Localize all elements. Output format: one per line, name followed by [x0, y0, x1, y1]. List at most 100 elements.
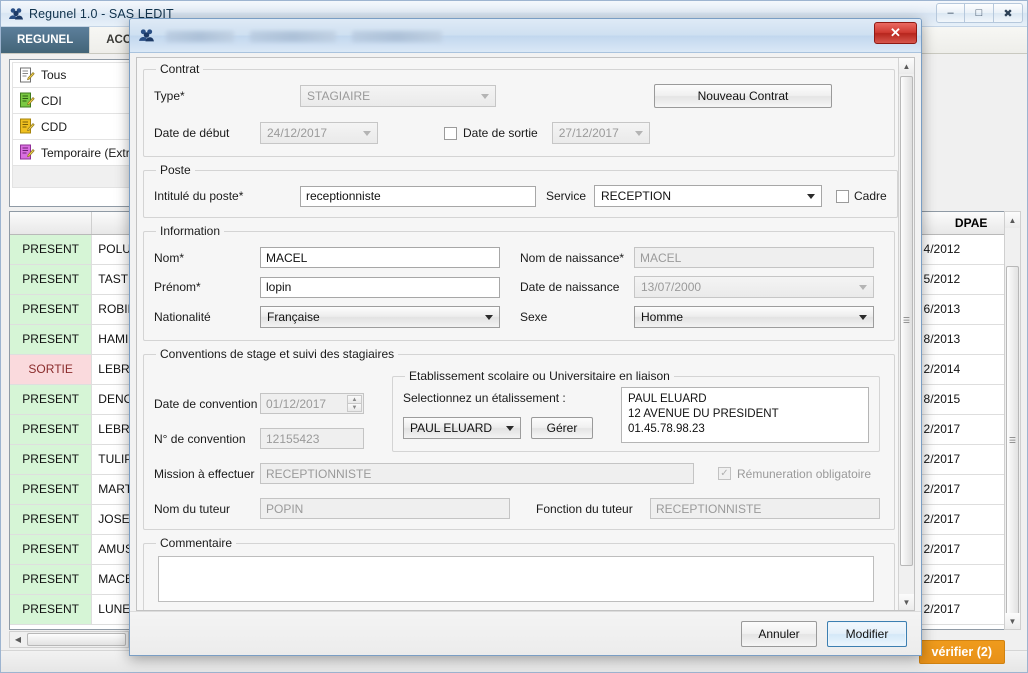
birth-date-field[interactable]: 13/07/2000 [634, 276, 874, 298]
redacted-title-2 [250, 31, 336, 42]
cadre-checkbox[interactable] [836, 189, 850, 203]
cell-status: PRESENT [10, 384, 93, 415]
chevron-down-icon [807, 193, 816, 199]
exit-date-field[interactable]: 27/12/2017 [551, 122, 650, 144]
label-type: Type* [154, 89, 185, 103]
select-establishment-value: PAUL ELUARD [410, 421, 493, 435]
group-conventions: Conventions de stage et suivi des stagia… [143, 347, 895, 530]
start-date-field[interactable]: 24/12/2017 [260, 122, 378, 144]
scroll-down-icon[interactable]: ▼ [1005, 613, 1020, 629]
scroll-up-icon[interactable]: ▲ [1005, 212, 1020, 228]
establishment-address: 12 AVENUE DU PRESIDENT [628, 408, 779, 420]
convention-date-value: 01/12/2017 [266, 396, 327, 411]
new-contract-button[interactable]: Nouveau Contrat [654, 84, 832, 108]
birth-name-input[interactable] [634, 247, 874, 268]
cell-status: PRESENT [10, 294, 93, 325]
label-tutor-function: Fonction du tuteur [536, 501, 633, 516]
label-nom: Nom* [154, 250, 185, 265]
table-vertical-scrollbar[interactable]: ▲ ☰ ▼ [1004, 211, 1021, 630]
group-information: Information Nom* Nom de naissance* Préno… [143, 224, 895, 341]
chevron-down-icon [506, 425, 514, 431]
cell-status: PRESENT [10, 414, 93, 445]
select-contract-type[interactable]: STAGIAIRE [300, 85, 496, 107]
tutor-name-input[interactable] [260, 498, 510, 519]
contract-edit-dialog: ✕ ▲ ☰ ▼ Contrat Type* STAGIAIRE Nouveau … [129, 18, 922, 656]
select-contract-type-value: STAGIAIRE [307, 89, 371, 103]
chevron-down-icon [859, 314, 867, 320]
nom-input[interactable] [260, 247, 500, 268]
select-sexe-value: Homme [641, 310, 684, 324]
prenom-input[interactable] [260, 276, 500, 298]
dialog-close-button[interactable]: ✕ [874, 22, 917, 44]
select-establishment[interactable]: PAUL ELUARD [403, 417, 521, 439]
dialog-scroll-down-icon[interactable]: ▼ [899, 594, 914, 610]
group-conventions-legend: Conventions de stage et suivi des stagia… [160, 347, 395, 361]
remuneration-checkbox[interactable]: ✓ [718, 467, 731, 480]
cell-status: PRESENT [10, 264, 93, 295]
scroll-left-icon[interactable]: ◀ [10, 632, 26, 647]
tab-regunel[interactable]: REGUNEL [1, 27, 91, 53]
label-cadre: Cadre [854, 189, 887, 203]
label-remuneration: Rémuneration obligatoire [737, 466, 872, 481]
group-poste: Poste Intitulé du poste* Service RECEPTI… [143, 163, 898, 218]
mission-input[interactable] [260, 463, 694, 484]
scroll-thumb[interactable]: ☰ [1006, 266, 1019, 616]
filter-label: CDD [41, 119, 67, 134]
cell-status: PRESENT [10, 504, 93, 535]
filter-label: Tous [41, 68, 67, 82]
label-exit-date: Date de sortie [463, 126, 538, 140]
label-prenom: Prénom* [154, 280, 201, 294]
chevron-down-icon [859, 284, 867, 290]
group-poste-legend: Poste [160, 163, 191, 177]
dialog-body: ▲ ☰ ▼ Contrat Type* STAGIAIRE Nouveau Co… [136, 57, 915, 611]
convention-number-input[interactable] [260, 428, 364, 449]
comment-textarea[interactable] [158, 556, 874, 602]
dialog-footer: Annuler Modifier [130, 611, 921, 655]
maximize-button[interactable]: □ [965, 3, 994, 23]
chevron-down-icon [634, 130, 643, 136]
select-sexe[interactable]: Homme [634, 306, 874, 328]
spinner-down-icon[interactable]: ▼ [347, 403, 362, 412]
window-controls: – □ ✖ [936, 3, 1023, 23]
status-badge-verify[interactable]: vérifier (2) [918, 640, 1005, 664]
label-birth-date: Date de naissance [520, 280, 620, 294]
group-information-legend: Information [160, 224, 221, 238]
column-header-status[interactable] [10, 212, 93, 235]
group-contrat-legend: Contrat [160, 62, 200, 76]
job-title-input[interactable] [300, 185, 536, 207]
cancel-button[interactable]: Annuler [741, 620, 817, 647]
people-icon [138, 27, 155, 44]
label-job-title: Intitulé du poste* [154, 189, 244, 203]
group-commentaire-legend: Commentaire [160, 536, 233, 550]
establishment-phone: 01.45.78.98.23 [628, 423, 705, 435]
label-sexe: Sexe [520, 310, 548, 324]
select-service[interactable]: RECEPTION [594, 185, 823, 207]
label-birth-name: Nom de naissance* [520, 250, 625, 265]
dialog-vertical-scrollbar[interactable]: ▲ ☰ ▼ [898, 58, 914, 610]
cell-status: PRESENT [10, 474, 93, 505]
dialog-scroll-thumb[interactable]: ☰ [900, 76, 913, 566]
document-pencil-icon [19, 67, 35, 84]
group-etablissement-legend: Etablissement scolaire ou Universitaire … [409, 369, 670, 383]
scroll-thumb-horizontal[interactable] [27, 633, 126, 646]
modify-button[interactable]: Modifier [827, 620, 907, 647]
establishment-details: PAUL ELUARD 12 AVENUE DU PRESIDENT 01.45… [621, 387, 869, 443]
close-button[interactable]: ✖ [994, 3, 1023, 23]
table-horizontal-scrollbar[interactable]: ◀ [9, 631, 129, 648]
label-convention-date: Date de convention [154, 396, 258, 411]
exit-date-checkbox[interactable] [444, 126, 457, 140]
tutor-function-input[interactable] [650, 498, 880, 519]
dialog-scroll-up-icon[interactable]: ▲ [899, 58, 914, 74]
manage-establishment-button[interactable]: Gérer [531, 417, 593, 439]
label-select-establishment: Selectionnez un étalissement : [403, 391, 566, 405]
select-nationality[interactable]: Française [260, 306, 500, 328]
redacted-title-1 [166, 31, 234, 42]
convention-date-field[interactable]: 01/12/2017 ▲ ▼ [260, 393, 364, 414]
dialog-titlebar: ✕ [130, 19, 921, 53]
label-mission: Mission à effectuer [154, 466, 255, 481]
cell-status: SORTIE [10, 354, 93, 385]
application-root: Regunel 1.0 - SAS LEDIT – □ ✖ REGUNEL AC… [0, 0, 1028, 673]
chevron-down-icon [485, 314, 493, 320]
chevron-down-icon [481, 93, 489, 99]
minimize-button[interactable]: – [936, 3, 965, 23]
